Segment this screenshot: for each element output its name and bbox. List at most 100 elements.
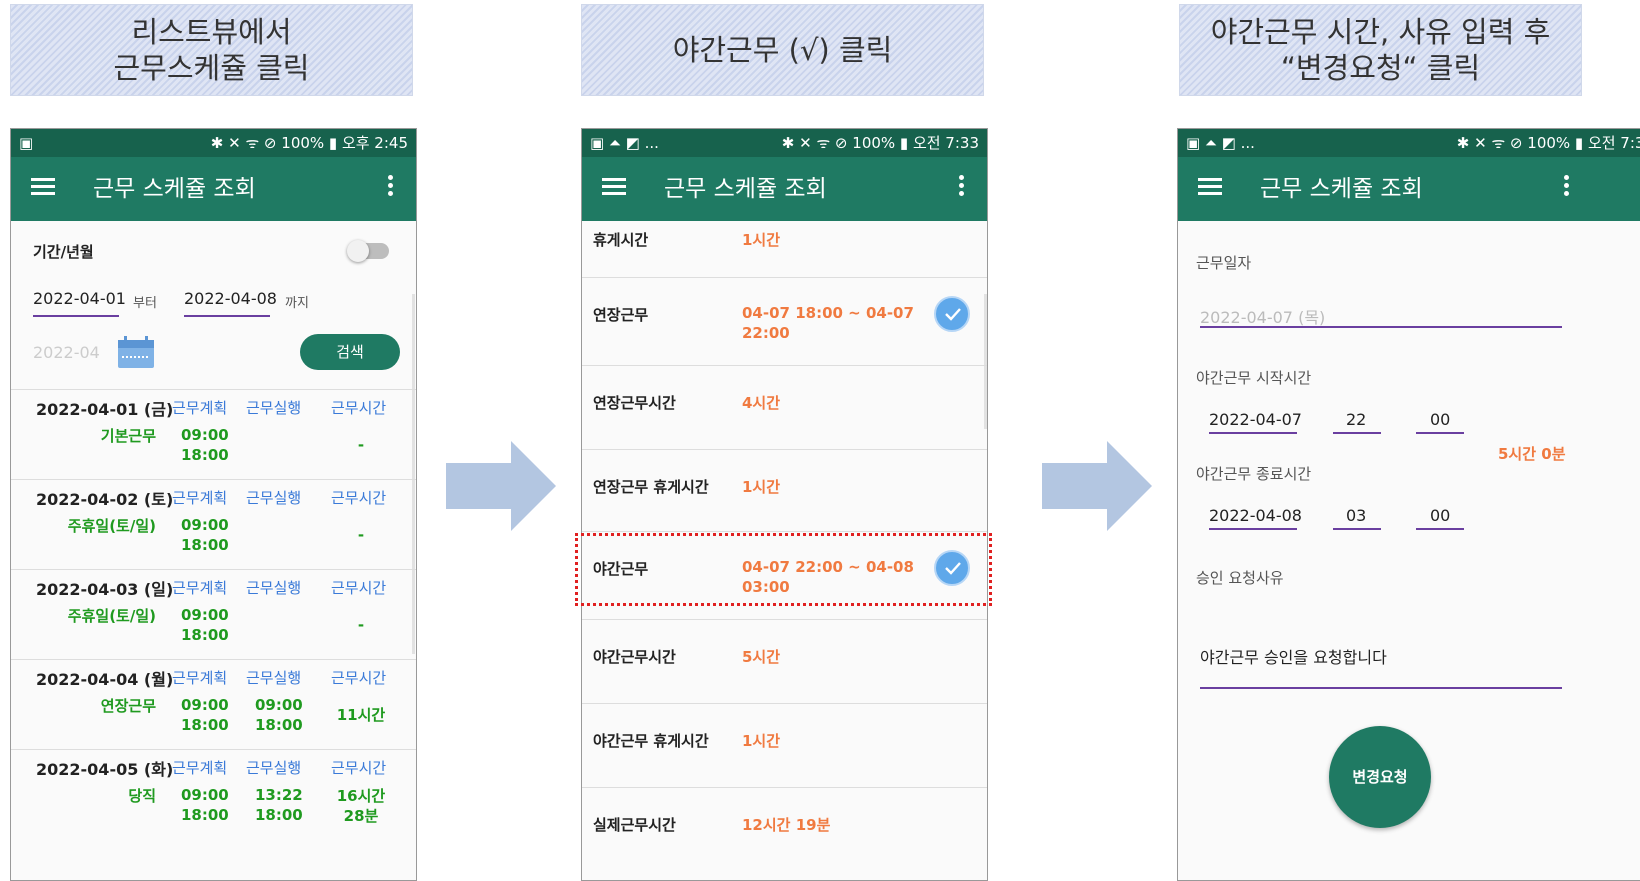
col-time-header: 근무시간: [331, 669, 387, 687]
more-vert-icon[interactable]: [959, 175, 965, 199]
exec-end: 18:00: [255, 806, 303, 824]
check-circle-icon[interactable]: [934, 296, 970, 332]
page-title: 근무 스케쥴 조회: [1260, 176, 1423, 202]
detail-value-2: 22:00: [742, 324, 790, 342]
work-time-line1: -: [357, 526, 365, 544]
reason-label: 승인 요청사유: [1196, 569, 1284, 587]
step1-caption: 리스트뷰에서 근무스케쥴 클릭: [10, 4, 413, 96]
end-hour-underline: [1333, 528, 1381, 530]
from-date-input[interactable]: 2022-04-01: [33, 289, 126, 308]
right-arrow-icon: [446, 441, 556, 531]
plan-start: 09:00: [181, 516, 229, 534]
toggle-knob: [347, 240, 369, 262]
period-label: 기간/년월: [33, 243, 94, 261]
col-exec-header: 근무실행: [246, 399, 302, 417]
detail-value: 1시간: [742, 478, 781, 496]
row-date: 2022-04-01 (금): [36, 400, 174, 419]
duration-text: 5시간 0분: [1498, 445, 1566, 463]
work-time: -: [311, 435, 411, 455]
change-request-button[interactable]: 변경요청: [1329, 726, 1431, 828]
plan-end: 18:00: [181, 446, 229, 464]
end-minute-input[interactable]: 00: [1430, 506, 1450, 525]
search-button[interactable]: 검색: [300, 334, 400, 370]
hamburger-menu-icon[interactable]: [602, 175, 626, 197]
plan-start: 09:00: [181, 696, 229, 714]
row-kind: 기본근무: [100, 427, 156, 445]
hamburger-menu-icon[interactable]: [31, 175, 55, 197]
plan-end: 18:00: [181, 716, 229, 734]
end-minute-underline: [1416, 528, 1464, 530]
page-title: 근무 스케쥴 조회: [93, 176, 256, 202]
detail-label: 실제근무시간: [593, 816, 676, 834]
work-time: 16시간 28분: [311, 786, 411, 826]
status-icons: ✱ ✕ ᯤ ⊘ 100% ▮ 오후 2:45: [210, 134, 408, 152]
col-plan-header: 근무계획: [172, 579, 228, 597]
row-kind: 주휴일(토/일): [67, 517, 156, 535]
col-exec-header: 근무실행: [246, 669, 302, 687]
plan-start: 09:00: [181, 426, 229, 444]
from-suffix: 부터: [133, 296, 157, 311]
start-date-underline: [1209, 432, 1297, 434]
start-minute-underline: [1416, 432, 1464, 434]
detail-value: 5시간: [742, 648, 781, 666]
col-time-header: 근무시간: [331, 759, 387, 777]
detail-value: 12시간 19분: [742, 816, 831, 834]
detail-value: 1시간: [742, 231, 781, 249]
reason-input[interactable]: 야간근무 승인을 요청합니다: [1200, 644, 1387, 668]
row-divider: [11, 749, 416, 750]
col-plan-header: 근무계획: [172, 399, 228, 417]
start-hour-input[interactable]: 22: [1346, 410, 1366, 429]
to-suffix: 까지: [285, 296, 309, 311]
col-time-header: 근무시간: [331, 579, 387, 597]
work-time-line1: -: [357, 436, 365, 454]
calendar-icon[interactable]: [117, 335, 155, 369]
plan-end: 18:00: [181, 806, 229, 824]
work-time-line1: 11시간: [336, 706, 386, 724]
col-exec-header: 근무실행: [246, 579, 302, 597]
period-toggle[interactable]: [347, 240, 389, 262]
to-date-input[interactable]: 2022-04-08: [184, 289, 277, 308]
col-time-header: 근무시간: [331, 489, 387, 507]
detail-label: 휴게시간: [593, 231, 649, 249]
start-hour-underline: [1333, 432, 1381, 434]
work-time: -: [311, 525, 411, 545]
row-kind: 연장근무: [100, 697, 156, 715]
status-icons: ✱ ✕ ᯤ ⊘ 100% ▮ 오전 7:33: [781, 134, 979, 152]
detail-row: [582, 789, 987, 880]
col-plan-header: 근무계획: [172, 489, 228, 507]
end-hour-input[interactable]: 03: [1346, 506, 1366, 525]
col-plan-header: 근무계획: [172, 759, 228, 777]
end-date-input[interactable]: 2022-04-08: [1209, 506, 1302, 525]
status-bar: ▣ ⏶ ◩ ... ✱ ✕ ᯤ ⊘ 100% ▮ 오전 7:33: [1178, 129, 1640, 157]
plan-start: 09:00: [181, 606, 229, 624]
work-time-line1: 16시간: [336, 787, 386, 805]
row-kind: 주휴일(토/일): [67, 607, 156, 625]
row-divider: [11, 659, 416, 660]
notification-icons: ▣ ⏶ ◩ ...: [590, 134, 659, 152]
from-date-underline: [33, 315, 119, 317]
col-plan-header: 근무계획: [172, 669, 228, 687]
row-divider: [11, 569, 416, 570]
step3-caption: 야간근무 시간, 사유 입력 후 “변경요청“ 클릭: [1179, 4, 1582, 96]
status-bar: ▣ ⏶ ◩ ... ✱ ✕ ᯤ ⊘ 100% ▮ 오전 7:33: [582, 129, 987, 157]
start-minute-input[interactable]: 00: [1430, 410, 1450, 429]
app-bar: 근무 스케쥴 조회: [582, 157, 987, 221]
notification-icons: ▣ ⏶ ◩ ...: [1186, 134, 1255, 152]
more-vert-icon[interactable]: [1564, 175, 1570, 199]
phone-screen-form: ▣ ⏶ ◩ ... ✱ ✕ ᯤ ⊘ 100% ▮ 오전 7:33 근무 스케쥴 …: [1177, 128, 1640, 881]
to-date-underline: [184, 315, 270, 317]
start-date-input[interactable]: 2022-04-07: [1209, 410, 1302, 429]
col-time-header: 근무시간: [331, 399, 387, 417]
more-vert-icon[interactable]: [388, 175, 394, 199]
work-time-line2: 28분: [343, 807, 379, 825]
row-divider: [11, 389, 416, 390]
page-title: 근무 스케쥴 조회: [664, 176, 827, 202]
scrollbar[interactable]: [412, 294, 415, 654]
work-date-label: 근무일자: [1196, 254, 1252, 272]
row-date: 2022-04-04 (월): [36, 670, 174, 689]
end-date-underline: [1209, 528, 1297, 530]
month-input[interactable]: 2022-04: [33, 343, 100, 362]
detail-label: 연장근무시간: [593, 394, 676, 412]
hamburger-menu-icon[interactable]: [1198, 175, 1222, 197]
detail-label: 야간근무시간: [593, 648, 676, 666]
